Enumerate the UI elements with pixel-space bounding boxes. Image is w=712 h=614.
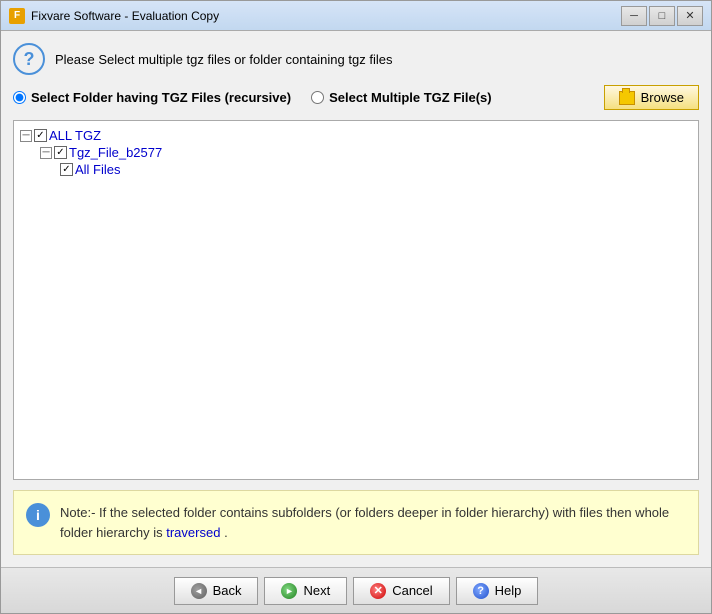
main-content: ? Please Select multiple tgz files or fo… [1, 31, 711, 567]
tree-row[interactable]: ─ ALL TGZ [20, 127, 692, 144]
help-button[interactable]: ? Help [456, 577, 539, 605]
back-button[interactable]: ◄ Back [174, 577, 259, 605]
radio-files[interactable] [311, 91, 324, 104]
folder-icon [619, 91, 635, 105]
note-info-icon: i [26, 503, 50, 527]
back-icon: ◄ [191, 583, 207, 599]
tree-expander-1[interactable]: ─ [20, 130, 32, 142]
window-controls: ─ □ ✕ [621, 6, 703, 26]
radio-files-label: Select Multiple TGZ File(s) [329, 90, 492, 105]
cancel-button[interactable]: ✕ Cancel [353, 577, 449, 605]
tree-label-1[interactable]: ALL TGZ [49, 128, 101, 143]
radio-option-files[interactable]: Select Multiple TGZ File(s) [311, 90, 492, 105]
note-text-after: . [224, 525, 228, 540]
next-icon: ► [281, 583, 297, 599]
radio-option-folder[interactable]: Select Folder having TGZ Files (recursiv… [13, 90, 291, 105]
radio-folder[interactable] [13, 91, 26, 104]
window-title: Fixvare Software - Evaluation Copy [31, 9, 621, 23]
next-label: Next [303, 583, 330, 598]
tree-row[interactable]: ─ Tgz_File_b2577 [40, 144, 692, 161]
tree-expander-2[interactable]: ─ [40, 147, 52, 159]
close-button[interactable]: ✕ [677, 6, 703, 26]
radio-folder-label: Select Folder having TGZ Files (recursiv… [31, 90, 291, 105]
browse-label: Browse [641, 90, 684, 105]
title-bar: F Fixvare Software - Evaluation Copy ─ □… [1, 1, 711, 31]
browse-button[interactable]: Browse [604, 85, 699, 110]
note-section: i Note:- If the selected folder contains… [13, 490, 699, 555]
tree-checkbox-1[interactable] [34, 129, 47, 142]
note-text: Note:- If the selected folder contains s… [60, 503, 686, 542]
cancel-label: Cancel [392, 583, 432, 598]
maximize-button[interactable]: □ [649, 6, 675, 26]
bottom-bar: ◄ Back ► Next ✕ Cancel ? Help [1, 567, 711, 613]
help-label: Help [495, 583, 522, 598]
radio-row: Select Folder having TGZ Files (recursiv… [13, 85, 699, 110]
note-highlight: traversed [166, 525, 220, 540]
cancel-icon: ✕ [370, 583, 386, 599]
tree-label-2[interactable]: Tgz_File_b2577 [69, 145, 162, 160]
next-button[interactable]: ► Next [264, 577, 347, 605]
back-label: Back [213, 583, 242, 598]
header-description: Please Select multiple tgz files or fold… [55, 52, 392, 67]
help-icon: ? [473, 583, 489, 599]
note-text-before: Note:- If the selected folder contains s… [60, 505, 669, 540]
info-icon: ? [13, 43, 45, 75]
main-window: F Fixvare Software - Evaluation Copy ─ □… [0, 0, 712, 614]
tree-label-3[interactable]: All Files [75, 162, 121, 177]
header-section: ? Please Select multiple tgz files or fo… [13, 43, 699, 75]
tree-checkbox-2[interactable] [54, 146, 67, 159]
app-icon: F [9, 8, 25, 24]
tree-container[interactable]: ─ ALL TGZ ─ Tgz_File_b2577 All Files [13, 120, 699, 480]
tree-checkbox-3[interactable] [60, 163, 73, 176]
minimize-button[interactable]: ─ [621, 6, 647, 26]
tree-row[interactable]: All Files [60, 161, 692, 178]
